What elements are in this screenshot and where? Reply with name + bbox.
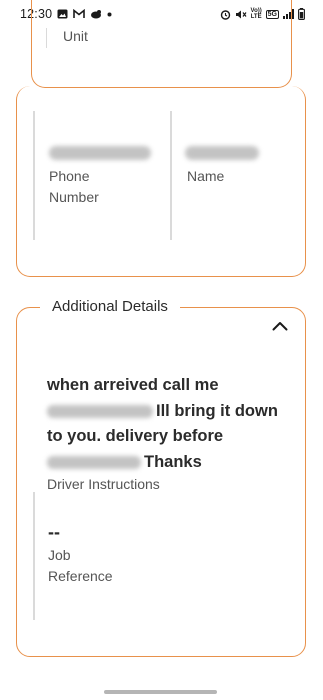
instructions-redacted-time [47,455,141,469]
name-label: Name [187,168,225,184]
phone-column-divider [33,111,35,240]
battery-icon [298,8,305,20]
additional-details-title: Additional Details [40,297,180,317]
job-reference-value: -- [48,522,60,542]
phone-value-redacted [49,146,151,160]
name-value-redacted [185,146,259,160]
phone-label: Phone Number [49,168,99,205]
name-column-divider [170,111,172,240]
job-reference-label: Job Reference [48,547,113,584]
home-indicator[interactable] [104,690,217,694]
unit-label: Unit [63,28,88,44]
unit-card [31,0,292,88]
chevron-up-icon[interactable] [268,316,292,336]
driver-instructions-value: when arreived call me Ill bring it down … [47,373,287,475]
job-reference-divider [33,492,35,620]
unit-divider [46,28,47,48]
driver-instructions-label: Driver Instructions [47,476,160,492]
instructions-line-1: when arreived call me [47,376,219,394]
instructions-redacted-phone [47,404,153,418]
instructions-line-3: Thanks [144,452,202,471]
